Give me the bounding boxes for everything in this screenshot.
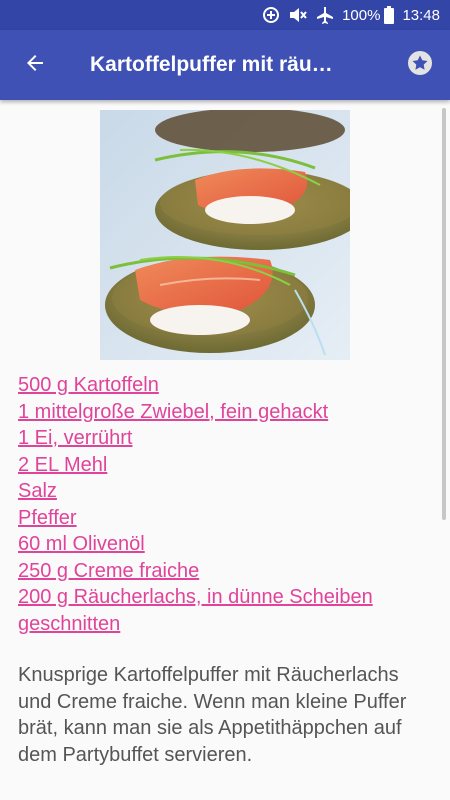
ingredient-link[interactable]: 500 g Kartoffeln (18, 372, 428, 399)
arrow-left-icon (23, 51, 47, 80)
app-bar: Kartoffelpuffer mit räu… (0, 30, 450, 100)
ingredient-link[interactable]: Salz (18, 478, 428, 505)
battery-percent: 100% (342, 6, 381, 24)
ingredient-link[interactable]: 2 EL Mehl (18, 452, 428, 479)
back-button[interactable] (0, 30, 70, 100)
favorite-button[interactable] (390, 30, 450, 100)
data-saver-icon (262, 6, 280, 24)
scrollbar[interactable] (442, 108, 446, 520)
airplane-mode-icon (316, 6, 334, 24)
ingredient-link[interactable]: 1 Ei, verrührt (18, 425, 428, 452)
ingredient-link[interactable]: Pfeffer (18, 505, 428, 532)
page-title: Kartoffelpuffer mit räu… (90, 53, 333, 76)
recipe-content[interactable]: 500 g Kartoffeln 1 mittelgroße Zwiebel, … (0, 100, 450, 800)
recipe-description: Knusprige Kartoffelpuffer mit Räucherlac… (18, 664, 407, 766)
ingredient-link[interactable]: 200 g Räucherlachs, in dünne Scheiben ge… (18, 584, 428, 637)
ingredient-link[interactable]: 60 ml Olivenöl (18, 531, 428, 558)
recipe-photo (100, 110, 350, 360)
ingredient-link[interactable]: 1 mittelgroße Zwiebel, fein gehackt (18, 399, 428, 426)
battery-icon (384, 6, 395, 24)
clock: 13:48 (402, 6, 440, 24)
status-bar: 100% 13:48 (0, 0, 450, 30)
ingredient-list: 500 g Kartoffeln 1 mittelgroße Zwiebel, … (18, 372, 428, 637)
ingredient-link[interactable]: 250 g Creme fraiche (18, 558, 428, 585)
mute-icon (288, 6, 308, 24)
star-icon (407, 50, 433, 81)
